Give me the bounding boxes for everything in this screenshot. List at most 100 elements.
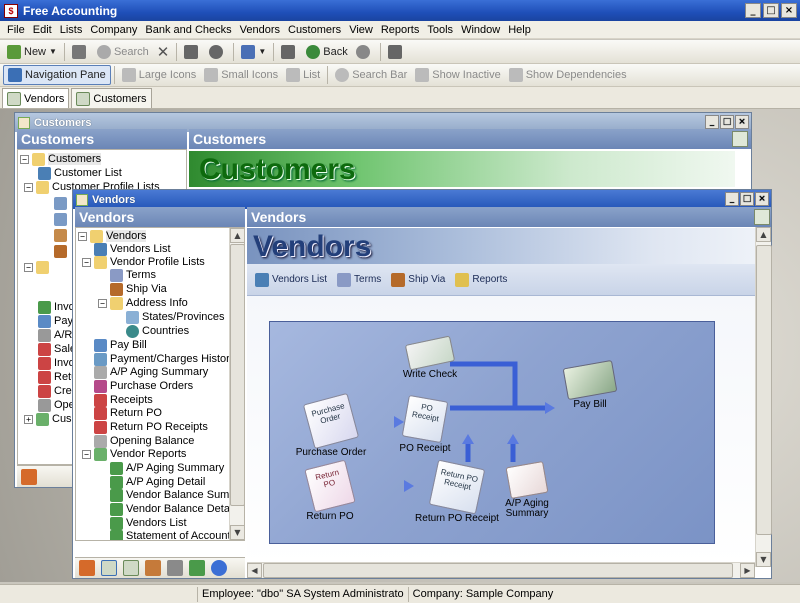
tree-item-vendors[interactable]: − Vendors [78,229,147,243]
scroll-thumb[interactable] [230,244,244,506]
flow-ap-aging-summary[interactable]: A/P Aging Summary [496,460,558,519]
tree-item-return-po[interactable]: Return PO [94,406,162,420]
tree-item-vendor-reports[interactable]: − Vendor Reports [82,447,186,461]
home-icon[interactable] [21,468,37,485]
tree-item-opening-balance[interactable]: Opening Balance [94,434,194,448]
scroll-thumb[interactable] [756,245,772,535]
vendors-card-icon[interactable] [754,209,770,225]
tree-item-customers[interactable]: − Customers [20,152,102,166]
small-icons-button[interactable]: Small Icons [200,65,282,85]
tree-item-states-provinces[interactable]: States/Provinces [126,310,225,324]
shortcut-vendors-list[interactable]: Vendors List [255,272,327,287]
tree-item-pay-bill[interactable]: Pay Bill [94,338,147,352]
customers-maximize-button[interactable]: □ [720,115,734,129]
report-button[interactable]: ▼ [237,42,270,62]
menu-lists[interactable]: Lists [56,24,87,36]
tree-item-vendors-list[interactable]: Vendors List [94,242,171,256]
tree-item-invoices[interactable]: Invo [38,300,75,314]
tree-item-vendor-profile-lists[interactable]: − Vendor Profile Lists [82,255,205,269]
home-button[interactable] [277,42,302,62]
tree-item-sales[interactable]: Sale [38,342,76,356]
menu-tools[interactable]: Tools [423,24,457,36]
tree-item-invoice-2[interactable]: Invo [38,356,75,370]
bookmark-button[interactable] [384,42,409,62]
scroll-left-arrow-icon[interactable]: ◀ [247,563,262,578]
list-button[interactable]: List [282,65,324,85]
customer-card-icon[interactable] [123,560,139,576]
tree-item-receipts[interactable]: Receipts [94,393,153,407]
new-button[interactable]: New ▼ [3,42,61,62]
scroll-down-arrow-icon[interactable]: ▼ [230,525,244,540]
flow-write-check[interactable]: Write Check [390,335,470,380]
show-inactive-button[interactable]: Show Inactive [411,65,504,85]
flow-pay-bill[interactable]: Pay Bill [550,359,630,410]
tree-item-report-vendor-balance-summary[interactable]: Vendor Balance Summary [110,488,244,502]
banking-icon[interactable] [189,560,205,576]
vendors-minimize-button[interactable]: _ [725,192,739,206]
tree-item-ship-via[interactable]: Ship Via [110,282,167,296]
scroll-down-arrow-icon[interactable]: ▼ [756,552,771,567]
flow-return-po[interactable]: Return PO Return PO [290,459,370,522]
vendors-maximize-button[interactable]: □ [740,192,754,206]
tree-item-report-statement-of-account[interactable]: Statement of Account For [110,529,244,540]
menu-reports[interactable]: Reports [377,24,424,36]
scroll-thumb[interactable] [263,563,733,578]
flow-po-receipt[interactable]: PO Receipt PO Receipt [394,394,456,454]
scroll-right-arrow-icon[interactable]: ▶ [740,563,755,578]
menu-bank-and-checks[interactable]: Bank and Checks [141,24,235,36]
print-button[interactable] [68,42,93,62]
tree-item-return-po-receipts[interactable]: Return PO Receipts [94,420,208,434]
menu-help[interactable]: Help [504,24,535,36]
tree-item-ap-aging-summary[interactable]: A/P Aging Summary [94,365,208,379]
tab-vendors[interactable]: Vendors [2,88,70,108]
vendors-content-vscrollbar[interactable]: ▲ ▼ [755,227,772,567]
menu-customers[interactable]: Customers [284,24,345,36]
delete-button[interactable]: ✕ [153,42,174,62]
scroll-up-arrow-icon[interactable]: ▲ [756,227,771,242]
menu-window[interactable]: Window [457,24,504,36]
save-button[interactable] [180,42,205,62]
tree-item-report-vendor-balance-detail[interactable]: Vendor Balance Detail [110,502,235,516]
tab-customers[interactable]: Customers [71,88,152,108]
tree-item-payment-charges-history[interactable]: Payment/Charges History [94,352,235,366]
tree-item-report-ap-aging-detail[interactable]: A/P Aging Detail [110,475,205,489]
vendors-tree-scrollbar[interactable]: ▲ ▼ [229,228,244,540]
cancel-button[interactable] [205,42,230,62]
inventory-icon[interactable] [167,560,183,576]
tree-item-report-vendors-list[interactable]: Vendors List [110,516,187,530]
tree-item-payments[interactable]: Pay [38,314,73,328]
shortcut-terms[interactable]: Terms [337,272,381,287]
menu-view[interactable]: View [345,24,377,36]
navigation-pane-button[interactable]: Navigation Pane [3,65,111,85]
forward-button[interactable] [352,42,377,62]
tree-item-address-info[interactable]: − Address Info [98,296,188,310]
shortcut-ship-via[interactable]: Ship Via [391,272,445,287]
help-icon[interactable] [211,560,227,576]
vendors-content-hscrollbar[interactable]: ◀ ▶ [247,562,755,578]
tree-item-countries[interactable]: Countries [126,324,189,338]
menu-company[interactable]: Company [86,24,141,36]
tree-item-customer-reports[interactable]: + Cus [24,412,72,426]
back-button[interactable]: Back [302,42,351,62]
minimize-button[interactable]: _ [745,3,761,18]
flow-purchase-order[interactable]: Purchase Order Purchase Order [290,392,372,458]
tree-item-report-ap-aging-summary[interactable]: A/P Aging Summary [110,461,224,475]
items-icon[interactable] [145,560,161,576]
vendor-card-icon[interactable] [101,560,117,576]
customers-minimize-button[interactable]: _ [705,115,719,129]
shortcut-reports[interactable]: Reports [455,272,507,287]
tree-item-terms[interactable]: Terms [110,268,156,282]
menu-file[interactable]: File [3,24,29,36]
maximize-button[interactable]: □ [763,3,779,18]
menu-vendors[interactable]: Vendors [236,24,284,36]
tree-item-opening[interactable]: Ope [38,398,75,412]
tree-item-customer-list[interactable]: Customer List [38,166,122,180]
customers-card-icon[interactable] [732,131,748,147]
home-icon[interactable] [79,560,95,576]
search-bar-button[interactable]: Search Bar [331,65,411,85]
vendors-close-button[interactable]: × [755,192,769,206]
close-button[interactable]: × [781,3,797,18]
scroll-up-arrow-icon[interactable]: ▲ [230,228,244,243]
menu-edit[interactable]: Edit [29,24,56,36]
tree-item-ar[interactable]: A/R [38,328,72,342]
